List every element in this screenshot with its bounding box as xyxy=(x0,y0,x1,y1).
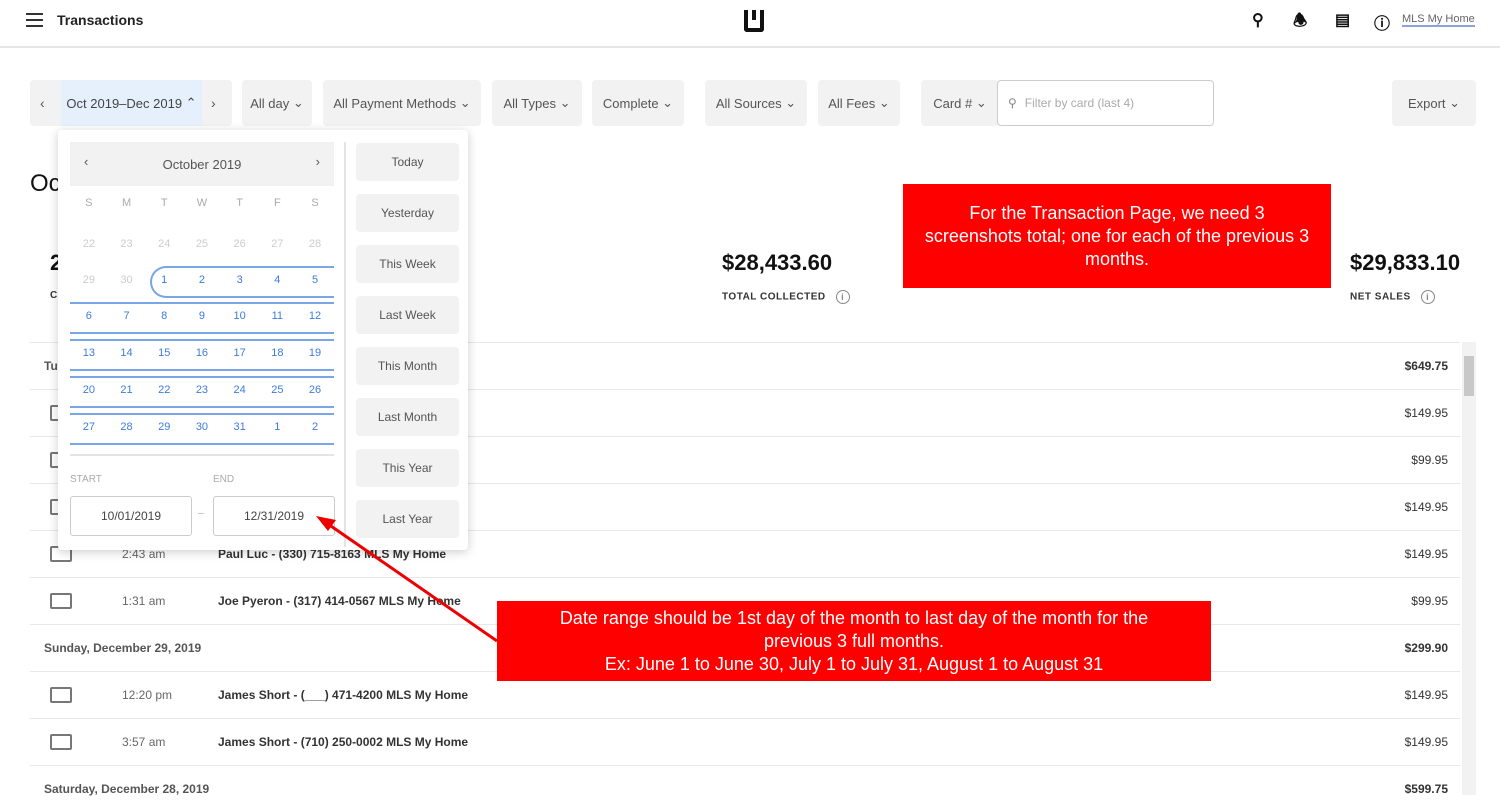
annotation-arrow xyxy=(316,516,498,643)
